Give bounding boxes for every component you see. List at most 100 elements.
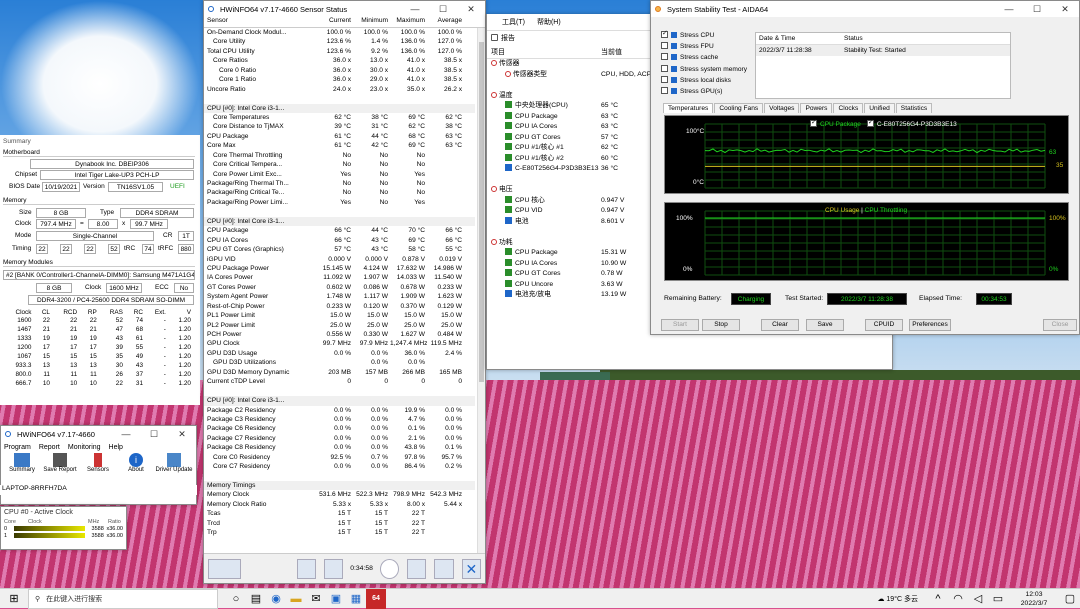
reset-icon[interactable] xyxy=(407,558,427,579)
sensor-row[interactable]: PL1 Power Limit 15.0 W 15.0 W 15.0 W 15.0 W xyxy=(204,311,475,320)
stress-checkbox[interactable] xyxy=(661,86,668,94)
tab-temperatures[interactable]: Temperatures xyxy=(663,103,714,113)
sensor-row[interactable]: Package C2 Residency 0.0 % 0.0 % 19.9 % 0.0 … xyxy=(204,406,475,415)
close-sensors-icon[interactable]: ✕ xyxy=(461,558,481,579)
sensor-row[interactable]: Package C3 Residency 0.0 % 0.0 % 4.7 % 0.0 % xyxy=(204,415,475,424)
tool-driver-update[interactable]: Driver Update xyxy=(155,453,193,473)
status-log-row[interactable]: 2022/3/7 11:28:38 Stability Test: Started xyxy=(756,45,1010,56)
sensor-row[interactable]: IA Cores Power 11.092 W 1.907 W 14.033 W 11.… xyxy=(204,273,475,282)
explorer-icon[interactable]: ▬ xyxy=(286,589,306,609)
preferences-button[interactable]: Preferences xyxy=(909,319,951,331)
sensor-row[interactable]: Package C8 Residency 0.0 % 0.0 % 43.8 % 0.1 … xyxy=(204,443,475,452)
tray-chevron-icon[interactable]: ^ xyxy=(928,589,948,609)
sensor-section-header[interactable]: CPU [#0]: Intel Core i3-1... xyxy=(204,103,475,113)
weather-widget[interactable]: ☁ 19°C 多云 xyxy=(877,594,918,604)
start-button[interactable]: Start xyxy=(661,319,699,331)
sensor-titlebar[interactable]: HWiNFO64 v7.17-4660 Sensor Status — ☐ ✕ xyxy=(204,1,485,17)
sensor-row[interactable]: Core Temperatures 62 °C 38 °C 69 °C 62 °C xyxy=(204,113,475,122)
mail-icon[interactable]: ✉ xyxy=(306,589,326,609)
battery-icon[interactable]: ▭ xyxy=(988,589,1008,609)
sensor-row[interactable]: Core Utility 123.6 % 1.4 % 136.0 % 127.0 % xyxy=(204,37,475,46)
sensor-row[interactable]: On-Demand Clock Modul... 100.0 % 100.0 % 10… xyxy=(204,28,475,37)
sensor-row[interactable]: Core Thermal Throttling No No No xyxy=(204,151,475,160)
sensor-minimize-button[interactable]: — xyxy=(401,4,429,14)
hwinfo-main-titlebar[interactable]: HWiNFO64 v7.17-4660 — ☐ ✕ xyxy=(1,426,196,442)
clear-button[interactable]: Clear xyxy=(761,319,799,331)
sensor-row[interactable]: Trcd 15 T 15 T 22 T xyxy=(204,519,475,528)
menu-help-cn[interactable]: 帮助(H) xyxy=(537,17,561,27)
stress-checkbox[interactable] xyxy=(661,53,668,61)
widgets-icon[interactable]: ▤ xyxy=(246,589,266,609)
tab-clocks[interactable]: Clocks xyxy=(833,103,864,113)
sensor-row[interactable] xyxy=(204,472,475,481)
tool-save-report[interactable]: Save Report xyxy=(41,453,79,473)
clock-tray[interactable]: 12:03 2022/3/7 xyxy=(1008,590,1060,608)
volume-icon[interactable]: ◁ xyxy=(968,589,988,609)
sensor-row[interactable] xyxy=(204,207,475,216)
menu-report[interactable]: Report xyxy=(39,444,60,451)
sensor-row[interactable]: Package C7 Residency 0.0 % 0.0 % 2.1 % 0.0 % xyxy=(204,434,475,443)
maximize-button[interactable]: ☐ xyxy=(140,429,168,440)
tool-about[interactable]: i About xyxy=(117,453,155,473)
menu-help[interactable]: Help xyxy=(109,444,123,451)
aida64-task-icon[interactable]: 64 xyxy=(366,588,386,609)
col-average[interactable]: Average xyxy=(427,17,464,27)
stress-option[interactable]: Stress local disks xyxy=(661,75,753,87)
settings-icon[interactable] xyxy=(434,558,454,579)
menu-program[interactable]: Program xyxy=(4,444,31,451)
minimize-button[interactable]: — xyxy=(112,429,140,439)
stress-checkbox[interactable] xyxy=(661,31,668,38)
stress-option[interactable]: Stress cache xyxy=(661,53,753,64)
clock-icon[interactable] xyxy=(379,558,400,579)
tab-powers[interactable]: Powers xyxy=(800,103,833,113)
taskbar-search[interactable]: ⚲ 在此键入进行搜索 xyxy=(28,588,218,609)
network-icon[interactable] xyxy=(323,558,344,579)
sensor-row[interactable]: PCH Power 0.556 W 0.330 W 1.627 W 0.484 W xyxy=(204,330,475,339)
sensor-scrollbar[interactable] xyxy=(477,28,485,553)
notification-icon[interactable]: ▢ xyxy=(1060,589,1080,609)
sensor-row[interactable]: Core 1 Ratio 36.0 x 29.0 x 41.0 x 38.5 x xyxy=(204,75,475,84)
sensor-row[interactable] xyxy=(204,387,475,396)
sensor-row[interactable]: Core Max 61 °C 42 °C 69 °C 63 °C xyxy=(204,141,475,150)
sensor-row[interactable]: PL2 Power Limit 25.0 W 25.0 W 25.0 W 25.0 W xyxy=(204,321,475,330)
sensor-row[interactable]: Memory Clock Ratio 5.33 x 5.33 x 8.00 x 5.44… xyxy=(204,500,475,509)
sensor-row[interactable]: GT Cores Power 0.602 W 0.086 W 0.678 W 0.233… xyxy=(204,283,475,292)
sensor-row[interactable]: iGPU VID 0.000 V 0.000 V 0.878 V 0.019 V xyxy=(204,255,475,264)
sensor-row[interactable]: Core Critical Tempera... No No No xyxy=(204,160,475,169)
sensor-row[interactable]: Package/Ring Power Limi... Yes No Yes xyxy=(204,198,475,207)
sensor-row[interactable]: Total CPU Utility 123.6 % 9.2 % 136.0 % 127.… xyxy=(204,47,475,56)
cpuid-button[interactable]: CPUID xyxy=(865,319,903,331)
sensor-scroll-thumb[interactable] xyxy=(479,42,484,382)
task-view-icon[interactable]: ○ xyxy=(226,589,246,609)
stress-checkbox[interactable] xyxy=(661,64,668,72)
sensor-row[interactable]: Rest-of-Chip Power 0.233 W 0.120 W 0.370 W 0… xyxy=(204,302,475,311)
arrows-left-right-icon[interactable] xyxy=(208,558,241,579)
stress-option[interactable]: Stress CPU xyxy=(661,31,753,42)
sensor-row[interactable]: Core Power Limit Exc... Yes No Yes xyxy=(204,170,475,179)
sensor-row[interactable]: Core Distance to TjMAX 39 °C 31 °C 62 °C 38 … xyxy=(204,122,475,131)
hwinfo-sensor-task-icon[interactable]: ▦ xyxy=(346,589,366,609)
tool-sensors[interactable]: Sensors xyxy=(79,453,117,473)
sensor-row[interactable]: Package C6 Residency 0.0 % 0.0 % 0.1 % 0.0 % xyxy=(204,424,475,433)
sensor-row[interactable]: GPU D3D Memory Dynamic 203 MB 157 MB 266 MB… xyxy=(204,368,475,377)
report-icon[interactable] xyxy=(491,34,498,41)
report-label[interactable]: 报告 xyxy=(501,35,515,42)
sensor-row[interactable]: Uncore Ratio 24.0 x 23.0 x 35.0 x 26.2 x xyxy=(204,85,475,94)
sensor-row[interactable]: CPU IA Cores 66 °C 43 °C 69 °C 66 °C xyxy=(204,236,475,245)
sensor-row[interactable]: Core Ratios 36.0 x 13.0 x 41.0 x 38.5 x xyxy=(204,56,475,65)
windows-start-icon[interactable]: ⊞ xyxy=(0,589,28,609)
stability-maximize-button[interactable]: ☐ xyxy=(1023,4,1051,15)
stress-option[interactable]: Stress system memory xyxy=(661,64,753,76)
sensor-section-header[interactable]: Memory Timings xyxy=(204,481,475,491)
sensor-row[interactable]: GPU D3D Usage 0.0 % 0.0 % 36.0 % 2.4 % xyxy=(204,349,475,358)
tab-cooling-fans[interactable]: Cooling Fans xyxy=(714,103,764,113)
col-current[interactable]: Current xyxy=(316,17,353,27)
legend-ssd-checkbox[interactable] xyxy=(866,120,874,127)
sensor-row[interactable]: GPU Clock 99.7 MHz 97.9 MHz 1,247.4 MHz 119.… xyxy=(204,339,475,348)
menu-tools[interactable]: 工具(T) xyxy=(502,17,525,27)
tab-statistics[interactable]: Statistics xyxy=(895,103,933,113)
sensor-row[interactable]: Core C0 Residency 92.5 % 0.7 % 97.8 % 95.7 % xyxy=(204,453,475,462)
network-tray-icon[interactable]: ◠ xyxy=(948,589,968,609)
sensor-row[interactable]: Core C7 Residency 0.0 % 0.0 % 86.4 % 0.2 % xyxy=(204,462,475,471)
monitor-config-icon[interactable] xyxy=(296,558,316,579)
